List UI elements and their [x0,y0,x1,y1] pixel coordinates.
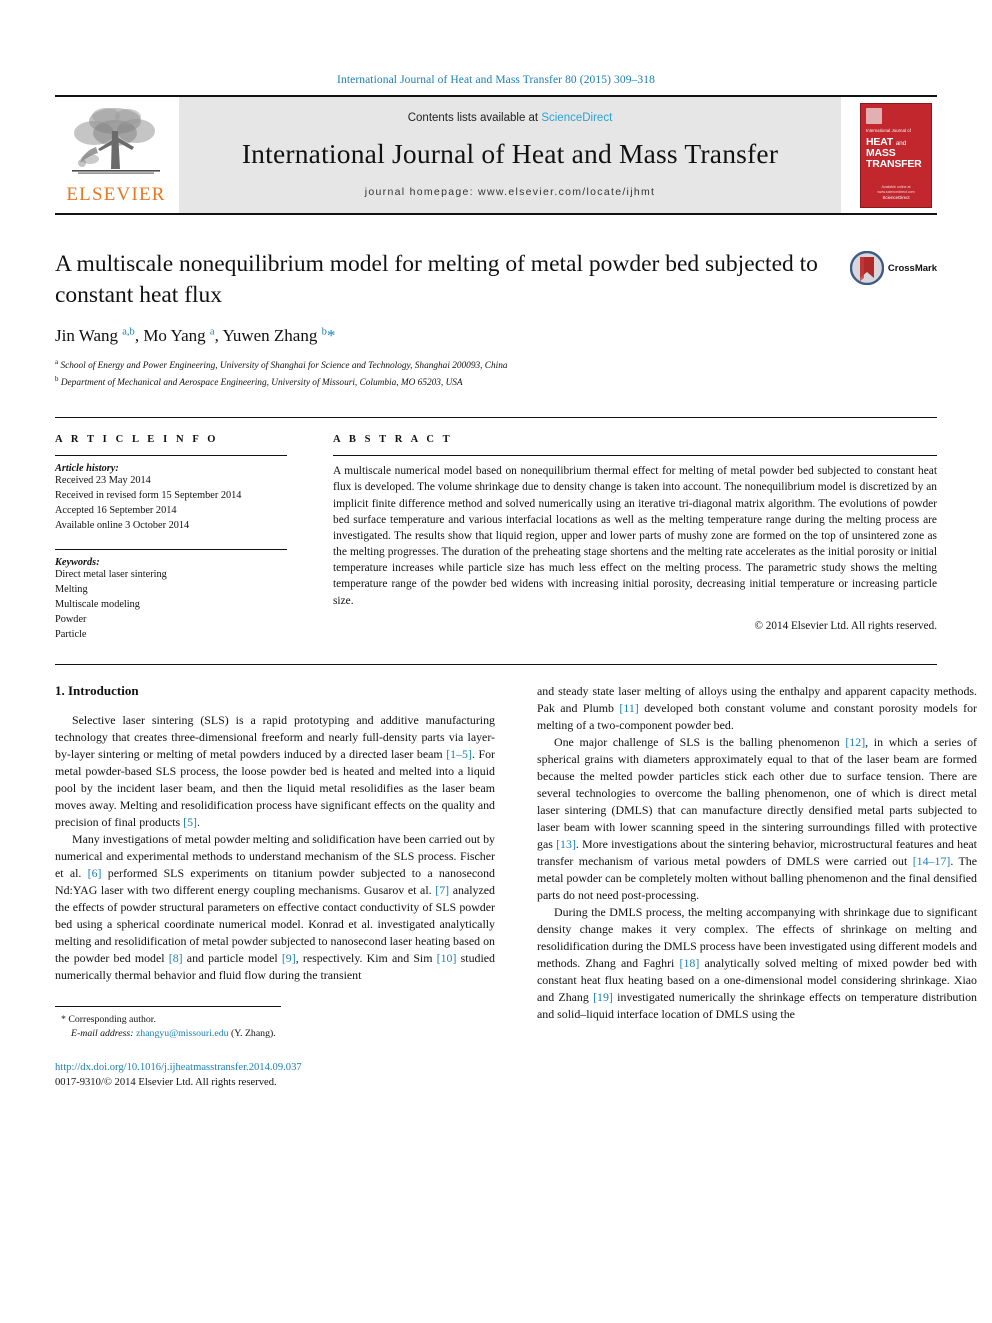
keyword-item: Direct metal laser sintering [55,568,167,580]
contents-available-line: Contents lists available at ScienceDirec… [408,112,613,124]
affiliation-a-text: School of Energy and Power Engineering, … [60,361,508,372]
cover-artwork: International Journal of HEAT and MASS T… [860,102,932,208]
article-info-heading: A R T I C L E I N F O [55,434,219,446]
sciencedirect-link[interactable]: ScienceDirect [541,112,612,124]
cover-big-title: HEAT and MASS TRANSFER [866,135,927,171]
publisher-footer: http://dx.doi.org/10.1016/j.ijheatmasstr… [55,1061,495,1091]
authors-text: Jin Wang a,b, Mo Yang a, Yuwen Zhang b* [55,326,336,346]
keywords-block: Keywords: Direct metal laser sintering M… [55,557,287,643]
doi-link[interactable]: http://dx.doi.org/10.1016/j.ijheatmasstr… [55,1061,495,1076]
history-item: Available online 3 October 2014 [55,519,190,531]
journal-homepage[interactable]: journal homepage: www.elsevier.com/locat… [365,186,655,198]
article-info-rule [55,455,287,457]
email-link[interactable]: zhangyu@missouri.edu [136,1028,229,1039]
paper-page: International Journal of Heat and Mass T… [0,0,992,1323]
author-list: Jin Wang a,b, Mo Yang a, Yuwen Zhang b* [55,326,827,346]
crossmark-icon [849,251,884,285]
issn-copyright-line: 0017-9310/© 2014 Elsevier Ltd. All right… [55,1076,277,1088]
journal-cover-thumbnail: International Journal of HEAT and MASS T… [855,97,937,213]
article-history-label: Article history: [55,463,119,475]
history-item: Received 23 May 2014 [55,475,151,487]
abstract-heading: A B S T R A C T [333,434,453,446]
email-suffix: (Y. Zhang). [230,1027,276,1039]
abstract-text: A multiscale numerical model based on no… [333,465,937,607]
keywords-list: Direct metal laser sintering Melting Mul… [55,568,287,643]
email-label: E-mail address: [71,1027,134,1039]
section-title-introduction: 1. Introduction [55,683,139,699]
keyword-item: Particle [55,628,87,640]
contents-prefix: Contents lists available at [407,112,542,124]
article-history-list: Received 23 May 2014 Received in revised… [55,474,287,534]
cover-small-line: International Journal of [866,127,912,133]
title-block: CrossMark A multiscale nonequilibrium mo… [55,249,937,391]
body-columns: 1. Introduction Selective laser sinterin… [55,683,977,1090]
crossmark-badge[interactable]: CrossMark [849,251,937,285]
body-top-rule [55,664,937,666]
keywords-rule [55,548,287,550]
body-paragraph: One major challenge of SLS is the ballin… [537,735,978,902]
corresponding-text: Corresponding author. [68,1013,156,1025]
journal-title: International Journal of Heat and Mass T… [241,138,779,169]
keyword-item: Powder [55,613,87,625]
keyword-item: Multiscale modeling [55,598,140,610]
cover-elsevier-tree-icon [866,107,882,124]
body-right-column: and steady state laser melting of alloys… [537,683,977,1090]
article-history-block: Article history: Received 23 May 2014 Re… [55,463,287,534]
body-paragraph: Many investigations of metal powder melt… [55,832,495,982]
elsevier-wordmark: ELSEVIER [66,184,166,205]
abstract-column: A B S T R A C T A multiscale numerical m… [309,434,937,642]
corresponding-mark: * [61,1013,66,1025]
corresponding-author-line: * Corresponding author. [55,1013,281,1027]
history-item: Received in revised form 15 September 20… [55,490,242,502]
affiliations: a School of Energy and Power Engineering… [55,357,827,391]
body-left-column: 1. Introduction Selective laser sinterin… [55,683,495,1090]
article-info-column: A R T I C L E I N F O Article history: R… [55,434,309,642]
body-paragraph: and steady state laser melting of alloys… [537,684,978,733]
journal-masthead: ELSEVIER Contents lists available at Sci… [55,95,937,213]
cover-mass: MASS [866,146,896,159]
cover-foot-small: Available online at www.sciencedirect.co… [877,185,915,195]
info-abstract-section: A R T I C L E I N F O Article history: R… [55,417,937,642]
email-line: E-mail address: zhangyu@missouri.edu (Y.… [55,1027,281,1041]
elsevier-logo: ELSEVIER [55,97,177,213]
page-title: A multiscale nonequilibrium model for me… [55,251,818,308]
masthead-bottom-rule [55,213,937,215]
cover-heat: HEAT [866,135,894,148]
body-paragraph: During the DMLS process, the melting acc… [537,904,978,1021]
keyword-item: Melting [55,583,88,595]
keywords-label: Keywords: [55,556,100,568]
body-paragraph: Selective laser sintering (SLS) is a rap… [55,713,495,830]
corresponding-author-footnote: * Corresponding author. E-mail address: … [55,1005,281,1041]
affiliation-a: a School of Energy and Power Engineering… [55,358,508,372]
affiliation-b-text: Department of Mechanical and Aerospace E… [60,378,463,389]
abstract-copyright: © 2014 Elsevier Ltd. All rights reserved… [754,619,938,632]
cover-foot-brand: ScienceDirect [882,194,910,200]
cover-transfer: TRANSFER [866,158,922,171]
abstract-rule [333,455,937,457]
cover-footer: Available online at www.sciencedirect.co… [865,185,927,200]
history-item: Accepted 16 September 2014 [55,505,177,516]
cover-and: and [895,139,906,147]
elsevier-tree-icon [72,108,160,174]
journal-band: Contents lists available at ScienceDirec… [179,97,841,213]
running-head: International Journal of Heat and Mass T… [337,74,655,86]
affiliation-b: b Department of Mechanical and Aerospace… [55,375,463,389]
crossmark-label: CrossMark [887,262,937,274]
